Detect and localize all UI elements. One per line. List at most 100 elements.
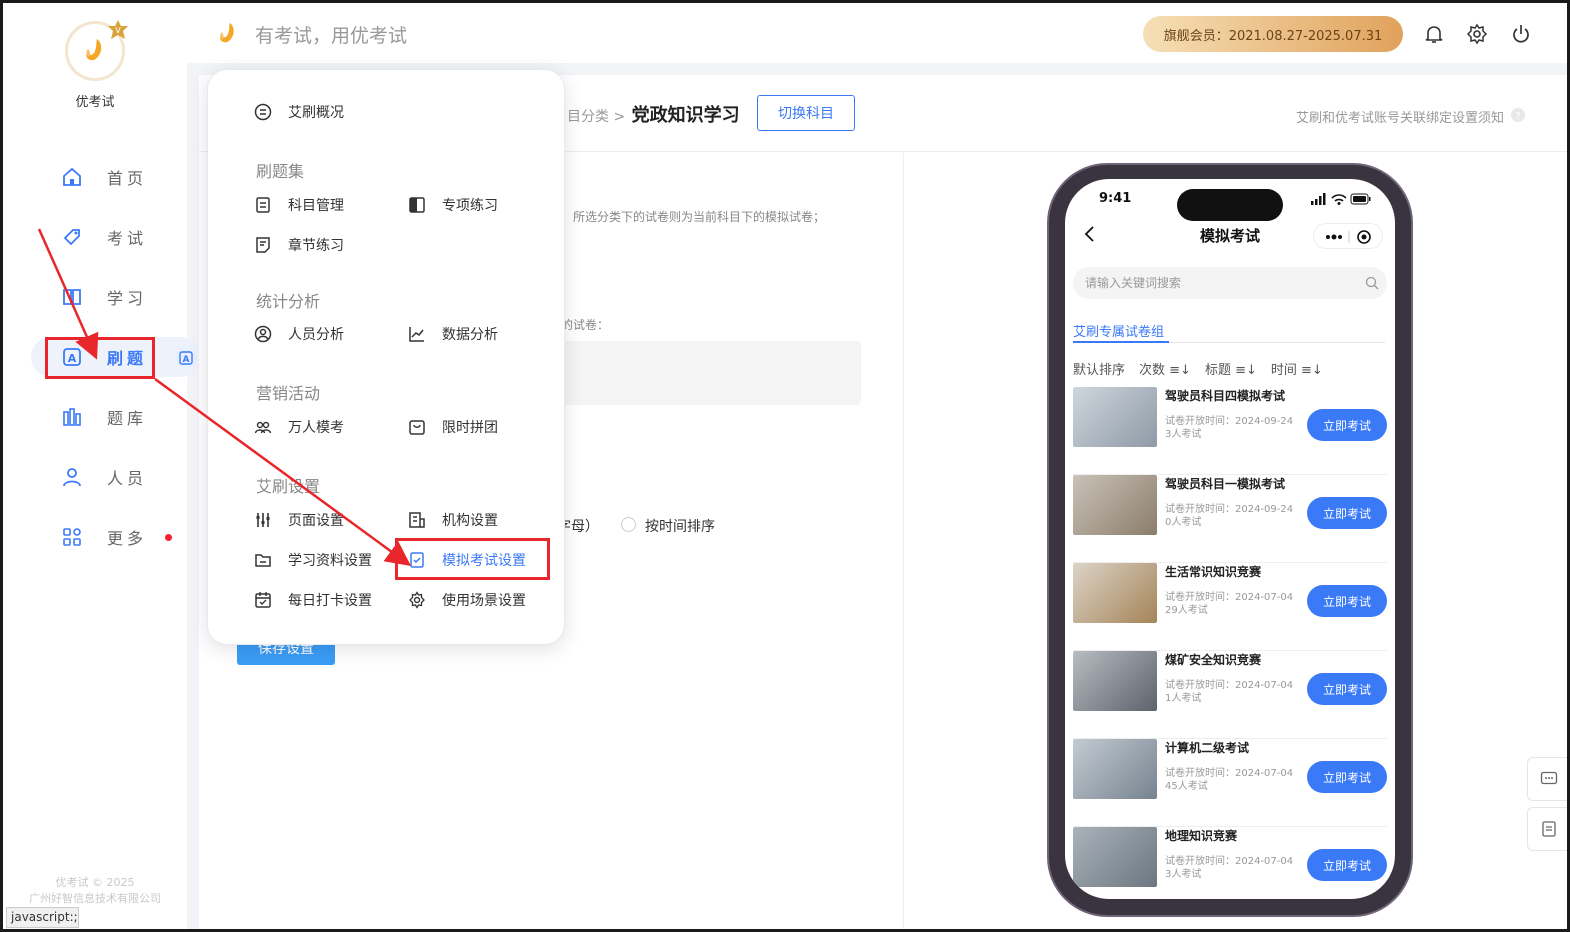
- exam-card[interactable]: 驾驶员科目一模拟考试 试卷开放时间：2024-09-24 0人考试 立即考试: [1073, 475, 1387, 563]
- menu-item-material-settings[interactable]: 学习资料设置: [254, 550, 372, 570]
- sort-default[interactable]: 默认排序: [1073, 359, 1125, 378]
- exam-open-label: 试卷开放时间：: [1165, 768, 1235, 779]
- sidebar: V 优考试 首页 考试 学习 A 刷题 题库 人员 更多 优考试 © 2025 …: [3, 3, 201, 929]
- collapse-badge[interactable]: A: [175, 347, 197, 369]
- vip-crown-icon: V: [108, 20, 128, 39]
- sort-option-time[interactable]: 按时间排序: [645, 516, 715, 536]
- start-exam-button[interactable]: 立即考试: [1307, 585, 1387, 617]
- menu-item-checkin-settings[interactable]: 每日打卡设置: [254, 590, 372, 610]
- exam-card[interactable]: 地理知识竞赛 试卷开放时间：2024-07-04 3人考试 立即考试: [1073, 827, 1387, 899]
- copyright: 优考试 © 2025 广州好智信息技术有限公司: [3, 875, 187, 907]
- doc-icon: [1542, 821, 1556, 837]
- nav-label: 题库: [107, 409, 148, 428]
- sort-title[interactable]: 标题 ≡↓: [1205, 359, 1257, 378]
- svg-text:A: A: [183, 355, 190, 365]
- practice-mini-icon: A: [179, 351, 193, 365]
- chat-icon: [1540, 771, 1558, 785]
- help-icon[interactable]: ?: [1510, 107, 1526, 123]
- nav-item-exam[interactable]: 考试: [47, 217, 177, 257]
- power-icon[interactable]: [1510, 23, 1532, 45]
- nav-item-study[interactable]: 学习: [47, 277, 177, 317]
- logo-text: 优考试: [75, 95, 115, 110]
- menu-item-data-analysis[interactable]: 数据分析: [408, 324, 498, 344]
- doc-float-button[interactable]: [1527, 807, 1567, 851]
- menu-item-label: 使用场景设置: [442, 593, 526, 609]
- exam-meta: 试卷开放时间：2024-09-24 0人考试: [1165, 503, 1293, 529]
- exam-participant-count: 0人考试: [1165, 517, 1202, 528]
- phone-tab[interactable]: 艾刷专属试卷组: [1073, 321, 1164, 340]
- paper-label: 的试卷：: [561, 318, 610, 332]
- bind-note-link[interactable]: 艾刷和优考试账号关联绑定设置须知: [1296, 107, 1504, 126]
- nav-item-home[interactable]: 首页: [47, 157, 177, 197]
- svg-text:V: V: [115, 26, 121, 35]
- menu-item-subject-manage[interactable]: 科目管理: [254, 195, 344, 215]
- exam-thumbnail: [1073, 563, 1157, 623]
- capsule-icons: [1326, 230, 1371, 244]
- menu-item-chapter-practice[interactable]: 章节练习: [254, 235, 344, 255]
- bank-icon: [63, 408, 81, 426]
- exam-name: 生活常识知识竞赛: [1165, 565, 1262, 579]
- logo-icon: [86, 39, 102, 61]
- switch-subject-button[interactable]: 切换科目: [757, 95, 855, 131]
- exam-participant-count: 45人考试: [1165, 781, 1208, 792]
- sort-count[interactable]: 次数 ≡↓: [1139, 359, 1191, 378]
- breadcrumb: 目分类 > 党政知识学习: [567, 101, 740, 127]
- book-icon: [63, 289, 81, 305]
- notes-icon: [256, 237, 270, 253]
- user-icon: [63, 468, 81, 487]
- menu-item-mass-mock[interactable]: 万人模考: [254, 417, 344, 437]
- group-icon: [254, 421, 272, 434]
- sort-time-radio[interactable]: [621, 517, 636, 532]
- exam-open-date: 2024-07-04: [1235, 680, 1294, 691]
- gear-icon[interactable]: [1466, 23, 1488, 45]
- menu-item-label: 学习资料设置: [288, 553, 372, 569]
- nav-item-more[interactable]: 更多: [47, 517, 177, 557]
- nav-label: 更多: [107, 529, 148, 548]
- menu-item-label: 每日打卡设置: [288, 593, 372, 609]
- exam-card[interactable]: 驾驶员科目四模拟考试 试卷开放时间：2024-09-24 3人考试 立即考试: [1073, 387, 1387, 475]
- nav-label: 考试: [107, 229, 148, 248]
- menu-item-overview[interactable]: 艾刷概况: [254, 102, 344, 122]
- search-icon[interactable]: [1365, 276, 1379, 290]
- menu-item-org-settings[interactable]: 机构设置: [408, 510, 498, 530]
- paper-select-box[interactable]: [555, 341, 861, 405]
- exam-card[interactable]: 生活常识知识竞赛 试卷开放时间：2024-07-04 29人考试 立即考试: [1073, 563, 1387, 651]
- calendar-icon: [255, 592, 271, 608]
- menu-item-label: 人员分析: [288, 327, 344, 343]
- exam-open-label: 试卷开放时间：: [1165, 592, 1235, 603]
- menu-item-special-practice[interactable]: 专项练习: [408, 195, 498, 215]
- exam-name: 计算机二级考试: [1165, 741, 1250, 755]
- exam-name: 煤矿安全知识竞赛: [1165, 653, 1262, 667]
- nav-item-bank[interactable]: 题库: [47, 397, 177, 437]
- menu-item-label: 章节练习: [288, 238, 344, 254]
- menu-item-user-analysis[interactable]: 人员分析: [254, 324, 344, 344]
- document-icon: [256, 197, 270, 213]
- bag-icon: [409, 420, 425, 435]
- start-exam-button[interactable]: 立即考试: [1307, 409, 1387, 441]
- exam-card[interactable]: 煤矿安全知识竞赛 试卷开放时间：2024-07-04 1人考试 立即考试: [1073, 651, 1387, 739]
- start-exam-button[interactable]: 立即考试: [1307, 761, 1387, 793]
- exam-card[interactable]: 计算机二级考试 试卷开放时间：2024-07-04 45人考试 立即考试: [1073, 739, 1387, 827]
- home-icon: [63, 167, 81, 186]
- menu-item-page-settings[interactable]: 页面设置: [254, 510, 344, 530]
- phone-search-input[interactable]: 请输入关键词搜索: [1073, 267, 1387, 299]
- nav-item-users[interactable]: 人员: [47, 457, 177, 497]
- vip-membership-badge[interactable]: 旗舰会员：2021.08.27-2025.07.31: [1143, 16, 1403, 52]
- menu-item-label: 万人模考: [288, 420, 344, 436]
- sort-time[interactable]: 时间 ≡↓: [1271, 359, 1323, 378]
- start-exam-button[interactable]: 立即考试: [1307, 849, 1387, 881]
- menu-item-label: 科目管理: [288, 198, 344, 214]
- annotation-box-mock-settings: [395, 538, 550, 580]
- org-icon: [409, 512, 425, 528]
- menu-item-scene-settings[interactable]: 使用场景设置: [408, 590, 526, 610]
- start-exam-button[interactable]: 立即考试: [1307, 673, 1387, 705]
- miniprogram-capsule[interactable]: [1313, 223, 1383, 249]
- breadcrumb-prefix[interactable]: 目分类 >: [567, 109, 625, 125]
- start-exam-button[interactable]: 立即考试: [1307, 497, 1387, 529]
- exam-open-date: 2024-07-04: [1235, 592, 1294, 603]
- menu-item-group-buy[interactable]: 限时拼团: [408, 417, 498, 437]
- menu-group-title: 统计分析: [256, 292, 321, 311]
- exam-open-date: 2024-09-24: [1235, 416, 1294, 427]
- chat-float-button[interactable]: [1527, 757, 1567, 801]
- bell-icon[interactable]: [1423, 23, 1445, 45]
